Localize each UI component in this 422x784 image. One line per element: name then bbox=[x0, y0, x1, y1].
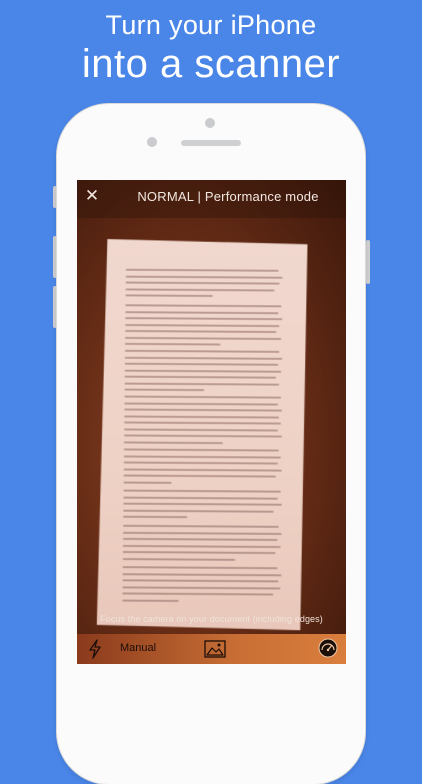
camera-hint: Focus the camera on your document (inclu… bbox=[100, 614, 323, 624]
document-paragraph bbox=[124, 396, 284, 449]
top-bar: ✕ NORMAL | Performance mode bbox=[77, 180, 346, 218]
document-paragraph bbox=[123, 448, 284, 488]
document-paragraph bbox=[124, 350, 284, 396]
flash-icon[interactable] bbox=[88, 639, 102, 659]
gallery-icon[interactable] bbox=[204, 640, 226, 658]
camera-viewfinder[interactable]: ✕ NORMAL | Performance mode Focus the ca… bbox=[77, 180, 346, 664]
document-paragraph bbox=[125, 304, 285, 350]
mode-title[interactable]: NORMAL | Performance mode bbox=[113, 189, 343, 204]
document-paragraph bbox=[125, 269, 284, 302]
capture-mode-button[interactable]: Manual bbox=[120, 642, 156, 654]
headline-line-2: into a scanner bbox=[81, 42, 341, 86]
phone-speaker bbox=[181, 140, 241, 146]
speedometer-icon[interactable] bbox=[318, 638, 338, 658]
phone-power-button bbox=[366, 240, 370, 284]
document-preview bbox=[97, 239, 308, 630]
front-camera bbox=[147, 137, 157, 147]
document-paragraph bbox=[123, 525, 284, 565]
bottom-toolbar: Manual bbox=[77, 634, 346, 664]
document-paragraph bbox=[122, 566, 283, 607]
close-icon[interactable]: ✕ bbox=[83, 187, 101, 205]
phone-sensor bbox=[205, 118, 215, 128]
document-paragraph bbox=[123, 490, 284, 524]
headline-line-1: Turn your iPhone bbox=[105, 10, 317, 40]
